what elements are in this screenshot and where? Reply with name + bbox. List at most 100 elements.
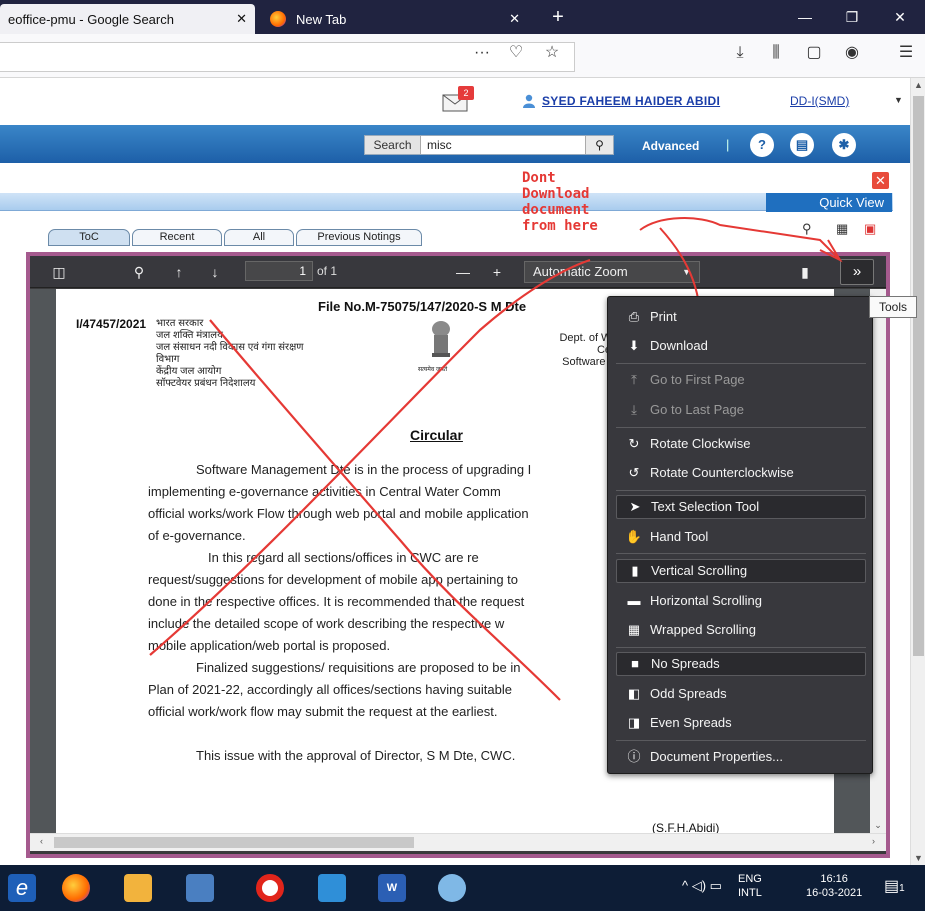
pdf-horizontal-scrollbar[interactable]: ‹ ›	[30, 833, 886, 851]
menu-label: Horizontal Scrolling	[650, 593, 762, 608]
file-explorer-icon[interactable]	[124, 874, 152, 902]
control-panel-icon[interactable]	[318, 874, 346, 902]
menu-item-hand-tool[interactable]: ✋ Hand Tool	[616, 525, 866, 549]
opera-icon[interactable]	[256, 874, 284, 902]
next-page-icon[interactable]: ↓	[206, 263, 224, 281]
tab-previous-notings[interactable]: Previous Notings	[296, 229, 422, 246]
bookmark-icon[interactable]: ▮	[796, 263, 814, 281]
download-icon[interactable]: ⤓	[728, 42, 752, 64]
pocket-icon[interactable]: ♡	[504, 42, 528, 64]
new-tab-button[interactable]: +	[543, 4, 573, 32]
tab-toc[interactable]: ToC	[48, 229, 130, 246]
sidebar-toggle-icon[interactable]: ◫	[50, 263, 68, 281]
menu-item-wrapped-scrolling[interactable]: ▦ Wrapped Scrolling	[616, 618, 866, 642]
tools-button[interactable]: »	[840, 259, 874, 285]
menu-item-horizontal-scrolling[interactable]: ▬ Horizontal Scrolling	[616, 589, 866, 613]
menu-item-odd-spreads[interactable]: ◧ Odd Spreads	[616, 682, 866, 706]
tab-new-tab[interactable]: New Tab ✕	[262, 4, 530, 34]
chevron-down-icon[interactable]: ▼	[894, 95, 903, 105]
separator: |	[726, 137, 730, 152]
hindi-line: जल शक्ति मंत्रालय	[156, 330, 223, 341]
settings-icon[interactable]: ✱	[832, 133, 856, 157]
restore-button[interactable]: ❐	[832, 4, 872, 30]
menu-item-rotate-ccw[interactable]: ↺ Rotate Counterclockwise	[616, 461, 866, 485]
account-icon[interactable]: ◉	[840, 42, 864, 64]
annotation-line: Download	[522, 186, 590, 202]
close-tab-icon[interactable]: ✕	[236, 11, 247, 27]
previous-page-icon[interactable]: ↑	[170, 263, 188, 281]
system-tray-icons[interactable]: ^ ◁) ▭	[682, 878, 722, 894]
sidebar-icon[interactable]: ▢	[802, 42, 826, 64]
help-icon[interactable]: ?	[750, 133, 774, 157]
paragraph-line: official work/work flow may submit the r…	[148, 704, 498, 719]
zoom-in-icon[interactable]: ⚲	[802, 221, 812, 237]
clock[interactable]: 16:16 16-03-2021	[806, 872, 862, 900]
page-number-input[interactable]: 1	[245, 261, 313, 281]
scroll-down-icon[interactable]: ⌄	[870, 820, 886, 831]
paragraph-line: Plan of 2021-22, accordingly all offices…	[148, 682, 512, 697]
user-icon	[523, 94, 535, 108]
zoom-in-icon[interactable]: +	[488, 263, 506, 281]
menu-label: Rotate Counterclockwise	[650, 465, 794, 480]
quick-view-label[interactable]: Quick View	[766, 193, 892, 212]
menu-item-no-spreads[interactable]: ■ No Spreads	[616, 652, 866, 676]
menu-icon[interactable]: ☰	[894, 42, 918, 64]
search-input[interactable]: misc	[423, 136, 583, 154]
wrapped-scroll-icon: ▦	[627, 622, 641, 637]
bookmark-star-icon[interactable]: ☆	[540, 42, 564, 64]
advanced-search-link[interactable]: Advanced	[642, 139, 699, 153]
scroll-right-icon[interactable]: ›	[866, 836, 881, 846]
scrollbar-thumb[interactable]	[913, 96, 924, 656]
menu-item-last-page[interactable]: ⤓ Go to Last Page	[616, 398, 866, 422]
tab-all[interactable]: All	[224, 229, 294, 246]
page-vertical-scrollbar[interactable]: ▲ ▼	[910, 78, 925, 865]
hindi-line: विभाग	[156, 354, 180, 365]
firefox-icon[interactable]	[62, 874, 90, 902]
search-icon[interactable]: ⚲	[585, 136, 613, 154]
user-role-link[interactable]: DD-I(SMD)	[790, 94, 849, 108]
annotation-note: Dont Download document from here	[522, 170, 642, 234]
hindi-line: जल संसाधन नदी विकास एवं गंगा संरक्षण	[156, 342, 304, 353]
menu-item-download[interactable]: ⬇ Download	[616, 334, 866, 358]
menu-item-first-page[interactable]: ⤒ Go to First Page	[616, 368, 866, 392]
menu-item-even-spreads[interactable]: ◨ Even Spreads	[616, 711, 866, 735]
close-icon[interactable]: ✕	[872, 172, 889, 189]
tab-title: eoffice-pmu - Google Search	[8, 11, 174, 27]
scroll-up-icon[interactable]: ▲	[911, 80, 925, 90]
window-close-button[interactable]: ✕	[880, 4, 920, 30]
close-tab-icon[interactable]: ✕	[509, 11, 520, 27]
scrollbar-thumb[interactable]	[54, 837, 414, 848]
zoom-out-icon[interactable]: —	[454, 263, 472, 281]
language-indicator[interactable]: ENG INTL	[738, 872, 762, 900]
overflow-icon[interactable]: ···	[470, 42, 494, 64]
paragraph-line: include the detailed scope of work descr…	[148, 616, 505, 631]
find-icon[interactable]: ⚲	[130, 263, 148, 281]
internet-explorer-icon[interactable]: e	[8, 874, 36, 902]
annotation-line: document	[522, 202, 590, 218]
search-box: Search misc ⚲	[364, 135, 614, 155]
lang-top: ENG	[738, 873, 762, 885]
minimize-button[interactable]: —	[785, 4, 825, 30]
document-icon[interactable]: ▤	[790, 133, 814, 157]
grid-icon[interactable]: ▦	[836, 221, 848, 237]
menu-item-vertical-scrolling[interactable]: ▮ Vertical Scrolling	[616, 559, 866, 583]
scroll-left-icon[interactable]: ‹	[34, 836, 49, 846]
tab-google-search[interactable]: eoffice-pmu - Google Search ✕	[0, 4, 255, 34]
tab-recent[interactable]: Recent	[132, 229, 222, 246]
hand-icon: ✋	[625, 529, 643, 544]
user-name-link[interactable]: SYED FAHEEM HAIDER ABIDI	[542, 94, 720, 108]
notification-icon[interactable]: ▤1	[884, 876, 908, 900]
paint-icon[interactable]	[438, 874, 466, 902]
network-icon[interactable]	[186, 874, 214, 902]
pdf-export-icon[interactable]: ▣	[864, 221, 876, 237]
menu-item-rotate-cw[interactable]: ↻ Rotate Clockwise	[616, 432, 866, 456]
hindi-line: भारत सरकार	[156, 318, 204, 329]
view-tools: ⚲ ▦ ▣	[800, 221, 895, 239]
menu-item-document-properties[interactable]: ⓘ Document Properties...	[616, 745, 866, 769]
scroll-down-icon[interactable]: ▼	[911, 853, 925, 863]
library-icon[interactable]: ⫼	[764, 42, 788, 64]
menu-item-print[interactable]: ⎙ Print	[616, 305, 866, 329]
zoom-select[interactable]: Automatic Zoom ▼	[524, 261, 700, 283]
menu-item-text-selection[interactable]: ➤ Text Selection Tool	[616, 495, 866, 519]
word-icon[interactable]: W	[378, 874, 406, 902]
